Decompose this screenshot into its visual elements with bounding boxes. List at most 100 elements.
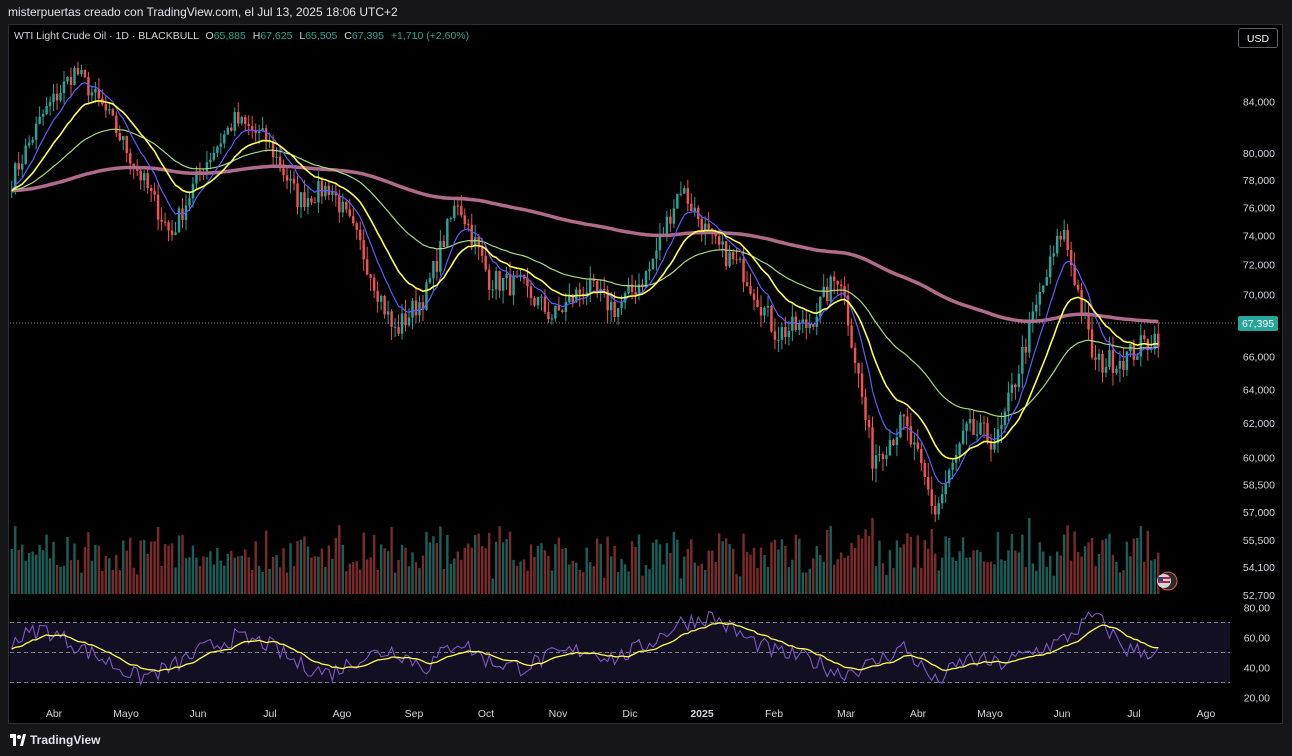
candle-body: [766, 306, 770, 308]
volume-bar: [1129, 556, 1132, 594]
candle-body: [620, 302, 623, 309]
volume-bar: [20, 544, 24, 594]
candle-body: [658, 235, 662, 251]
volume-bar: [1090, 538, 1094, 594]
volume-bar: [135, 574, 139, 594]
candle-body: [83, 70, 87, 77]
candle-body: [289, 178, 292, 181]
candle-body: [66, 77, 69, 82]
time-tick-label: Dic: [622, 708, 637, 720]
ema-short-line: [11, 100, 1159, 460]
candle-body: [264, 128, 268, 142]
currency-button[interactable]: USD: [1238, 28, 1278, 48]
volume-bar: [940, 557, 944, 594]
volume-bar: [205, 557, 209, 594]
candle-body: [693, 207, 696, 212]
chart-canvas[interactable]: 80,00 60,00 40,00 20,00 84,000 80,000 78,000 7…: [0, 0, 1292, 756]
candle-body: [655, 250, 658, 259]
candle-body: [345, 201, 348, 210]
candle-body: [1055, 235, 1059, 254]
candle-body: [432, 261, 435, 279]
volume-bar: [812, 558, 815, 594]
volume-bar: [589, 562, 592, 594]
candle-body: [885, 455, 888, 460]
candle-body: [230, 127, 233, 131]
volume-bar: [460, 559, 463, 594]
candle-body: [104, 104, 108, 111]
candle-body: [672, 208, 676, 224]
candle-body: [1003, 411, 1007, 426]
candle-body: [1101, 353, 1104, 373]
candle-body: [850, 325, 853, 348]
volume-bars: [10, 517, 1160, 594]
volume-bar: [1087, 542, 1090, 594]
volume-bar: [296, 540, 299, 594]
candle-body: [177, 208, 181, 233]
volume-bar: [923, 540, 926, 594]
volume-bar: [90, 560, 94, 594]
volume-bar: [609, 556, 613, 594]
volume-bar: [892, 568, 895, 594]
time-tick-label: Ago: [1197, 708, 1216, 720]
volume-bar: [1132, 538, 1136, 594]
volume-bar: [355, 561, 358, 594]
volume-bar: [83, 547, 87, 594]
candle-body: [94, 88, 97, 93]
time-tick-label: Ago: [333, 708, 352, 720]
volume-bar: [595, 538, 599, 594]
volume-bar: [14, 526, 17, 594]
candle-body: [986, 422, 989, 441]
volume-bar: [379, 544, 383, 594]
volume-bar: [526, 570, 529, 594]
volume-bar: [958, 551, 961, 594]
volume-bar: [996, 531, 1000, 594]
volume-bar: [888, 550, 892, 594]
volume-bar: [508, 531, 512, 594]
candle-body: [407, 317, 411, 326]
flag-icon[interactable]: [1157, 571, 1178, 591]
volume-bar: [365, 559, 369, 594]
symbol-name[interactable]: WTI Light Crude Oil · 1D · BLACKBULL: [14, 30, 199, 42]
volume-bar: [369, 557, 372, 594]
volume-bar: [1042, 551, 1045, 594]
candle-body: [80, 70, 83, 75]
volume-bar: [244, 549, 247, 594]
volume-bar: [421, 555, 425, 594]
volume-bar: [303, 536, 306, 594]
volume-bar: [181, 535, 184, 594]
volume-bar: [484, 548, 487, 594]
candle-body: [1104, 366, 1108, 373]
volume-bar: [878, 540, 881, 594]
candle-body: [878, 454, 881, 456]
candle-body: [480, 247, 484, 256]
candle-body: [153, 191, 156, 195]
price-tick-label: 52,700: [1243, 590, 1275, 602]
candle-body: [505, 273, 508, 279]
volume-bar: [578, 569, 581, 594]
volume-bar: [188, 557, 191, 594]
candle-body: [1031, 311, 1035, 321]
volume-bar: [648, 569, 651, 594]
candle-body: [52, 93, 55, 103]
brand-name: TradingView: [30, 733, 101, 747]
candle-body: [940, 494, 944, 504]
volume-bar: [916, 535, 920, 594]
price-tick-label: 72,000: [1243, 260, 1275, 272]
candle-body: [968, 418, 972, 424]
volume-bar: [899, 547, 902, 594]
volume-bar: [710, 550, 714, 594]
volume-bar: [927, 548, 930, 594]
candle-body: [442, 240, 446, 248]
candle-body: [355, 223, 358, 230]
volume-bar: [327, 545, 331, 594]
volume-bar: [142, 540, 146, 594]
volume-bar: [456, 551, 460, 594]
candle-body: [529, 286, 533, 298]
candle-body: [836, 280, 839, 285]
volume-bar: [27, 552, 31, 594]
volume-bar: [170, 543, 174, 594]
candle-body: [982, 422, 986, 424]
volume-bar: [414, 562, 418, 594]
candle-body: [773, 331, 777, 340]
candle-body: [487, 269, 491, 290]
